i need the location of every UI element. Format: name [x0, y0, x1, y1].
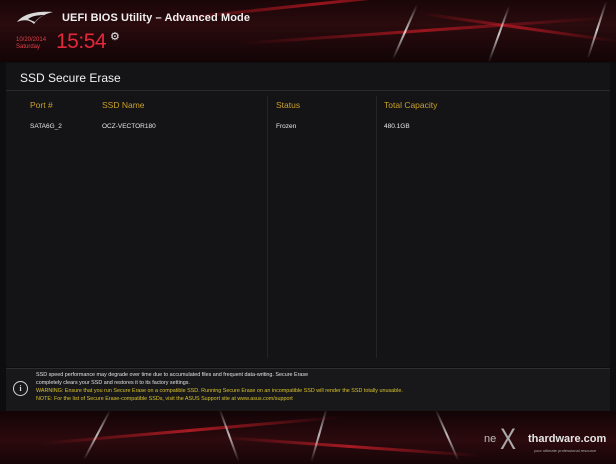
footer-decor-streak: [220, 435, 480, 458]
watermark-tagline: your ultimate professional resource: [534, 448, 597, 453]
watermark-x-mark: X: [500, 423, 517, 456]
header-bar: UEFI BIOS Utility – Advanced Mode 10/20/…: [0, 0, 616, 62]
secure-erase-panel: SSD Secure Erase Port # SSD Name Status …: [6, 63, 610, 367]
note-text-line: NOTE: For the list of Secure Erase-compa…: [36, 396, 293, 402]
cell-status: Frozen: [276, 123, 297, 130]
clock-time: 15:54: [56, 30, 107, 53]
page-title: SSD Secure Erase: [20, 71, 121, 85]
info-icon: i: [13, 381, 28, 396]
help-info-bar: i SSD speed performance may degrade over…: [6, 368, 610, 411]
column-header-status: Status: [276, 100, 301, 110]
watermark-suffix: thardware.com: [528, 433, 607, 445]
header-decor-shard: [487, 5, 511, 62]
title-divider: [6, 90, 610, 91]
cell-ssd-name: OCZ-VECTOR180: [102, 123, 156, 130]
column-header-capacity: Total Capacity: [384, 100, 438, 110]
info-text-line: SSD speed performance may degrade over t…: [36, 372, 309, 378]
warning-text-line: WARNING: Ensure that you run Secure Eras…: [36, 388, 403, 394]
gear-icon[interactable]: ⚙: [110, 31, 120, 42]
info-text-line: completely clears your SSD and restores …: [36, 380, 190, 386]
column-header-ssd-name: SSD Name: [102, 100, 145, 110]
date-value: 10/20/2014: [16, 37, 47, 43]
column-header-port: Port #: [30, 100, 53, 110]
day-value: Saturday: [16, 44, 41, 50]
column-divider: [267, 96, 268, 358]
site-watermark-logo: ne X thardware.com your ultimate profess…: [484, 423, 612, 461]
app-title: UEFI BIOS Utility – Advanced Mode: [62, 12, 251, 24]
rog-logo-icon: [17, 11, 53, 24]
cell-capacity: 480.1GB: [384, 123, 410, 130]
header-decor-shard: [586, 1, 608, 59]
column-divider: [376, 96, 377, 358]
watermark-prefix: ne: [484, 433, 497, 445]
cell-port: SATA6G_2: [30, 123, 62, 130]
date-display: 10/20/2014 Saturday: [16, 37, 46, 51]
